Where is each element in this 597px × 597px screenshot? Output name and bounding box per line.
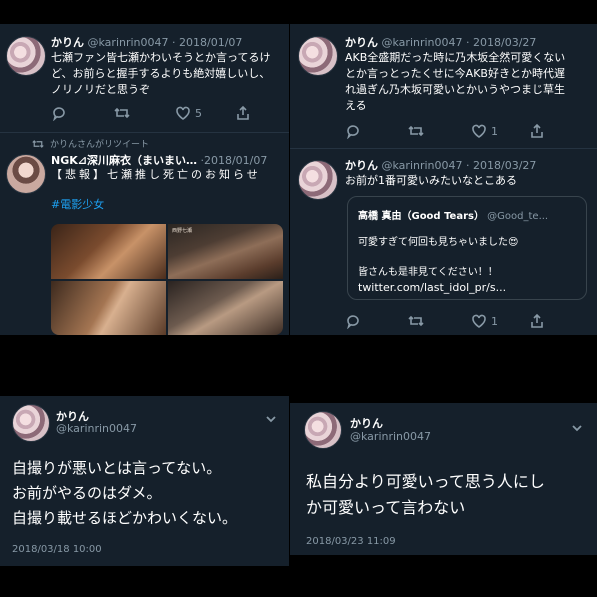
chevron-down-icon [572, 425, 582, 432]
retweet-indicator: かりんさんがリツイート [32, 137, 149, 150]
like-count: 5 [195, 106, 202, 120]
tweet-header: かりん @karinrin0047 · 2018/03/27 [345, 157, 536, 173]
avatar[interactable] [12, 404, 50, 442]
divider [0, 132, 289, 133]
tweet-text: お前が1番可愛いみたいなとこある [345, 174, 517, 187]
share-button[interactable] [235, 105, 251, 121]
share-icon [531, 123, 543, 138]
handle-date: @karinrin0047 · 2018/03/27 [381, 159, 537, 172]
like-button[interactable]: 1 [471, 313, 529, 329]
tweet-detail-bottom-left: かりん @karinrin0047 自撮りが悪いとは言ってない。 お前がやるのは… [0, 396, 289, 566]
tweet-header: NGK⊿深川麻衣（まいまい… ·2018/01/07 [51, 152, 267, 168]
media-image[interactable] [51, 224, 166, 279]
tweet-text-line: お前がやるのはダメ。 [12, 484, 162, 502]
user-name[interactable]: かりん [345, 36, 378, 49]
share-button[interactable] [529, 313, 545, 329]
reply-button[interactable] [345, 313, 408, 329]
tweet-text: 【悲報】七瀬推し死亡のお知らせ [51, 168, 261, 181]
retweet-button[interactable] [408, 313, 471, 329]
media-grid[interactable]: 西野七瀬 [51, 224, 283, 335]
reply-icon [347, 125, 359, 139]
avatar[interactable] [304, 411, 342, 449]
more-options-button[interactable] [571, 419, 583, 432]
user-name[interactable]: NGK⊿深川麻衣（まいまい… [51, 154, 197, 167]
media-image[interactable]: 西野七瀬 [168, 224, 283, 279]
handle-date: @karinrin0047 · 2018/03/27 [381, 36, 537, 49]
tweet-text-line: か可愛いって言わない [306, 498, 466, 517]
tweet-detail-bottom-right: かりん @karinrin0047 私自分より可愛いって思う人にし か可愛いって… [290, 403, 597, 555]
tweet-header: かりん @karinrin0047 · 2018/03/27 [345, 34, 536, 50]
divider [290, 148, 597, 149]
like-button[interactable]: 5 [175, 105, 235, 121]
tweet-timestamp[interactable]: 2018/03/23 11:09 [306, 536, 396, 547]
tweet-actions: 1 [345, 312, 545, 330]
tweet-text-line: ノリノリだと思うぞ [51, 83, 150, 96]
retweet-icon [408, 125, 424, 137]
chevron-down-icon [266, 416, 276, 423]
retweet-label: かりんさんがリツイート [50, 140, 150, 150]
tweet-text-line: れ過ぎん乃木坂可愛いとかいうやつまじ草生 [345, 83, 565, 96]
reply-button[interactable] [345, 123, 408, 139]
media-image[interactable] [51, 280, 166, 335]
tweet-timestamp[interactable]: 2018/03/18 10:00 [12, 544, 102, 555]
tweet-text: 自撮りが悪いとは言ってない。 お前がやるのはダメ。 自撮り載せるほどかわいくない… [12, 456, 237, 531]
quoted-tweet-text: 可愛すぎて何回も見ちゃいました😍 [358, 237, 519, 248]
hashtag-link[interactable]: #電影少女 [51, 196, 104, 212]
reply-button[interactable] [51, 105, 114, 121]
image-caption: 西野七瀬 [172, 228, 193, 234]
tweet-text: 七瀬ファン皆七瀬かわいそうとか言ってるけ ど、お前らと握手するよりも絶対嬉しいし… [51, 50, 270, 98]
quoted-tweet-header: 高橋 真由（Good Tears） @Good_te... [358, 207, 548, 222]
retweet-icon [32, 139, 44, 148]
reply-icon [347, 315, 359, 329]
quoted-tweet-card[interactable]: 高橋 真由（Good Tears） @Good_te... 可愛すぎて何回も見ち… [347, 196, 587, 300]
like-count: 1 [491, 314, 498, 328]
tweet-panel-top-left: かりん @karinrin0047 · 2018/01/07 七瀬ファン皆七瀬か… [0, 24, 289, 335]
tweet-actions: 1 [345, 122, 545, 140]
user-handle[interactable]: @karinrin0047 [350, 430, 431, 443]
handle-date: @karinrin0047 · 2018/01/07 [87, 36, 243, 49]
heart-icon [176, 106, 190, 120]
avatar[interactable] [6, 36, 46, 76]
quoted-user-name: 高橋 真由（Good Tears） [358, 211, 484, 222]
user-name[interactable]: かりん [345, 159, 378, 172]
heart-icon [472, 314, 486, 328]
like-button[interactable]: 1 [471, 123, 529, 139]
like-count: 1 [491, 124, 498, 138]
tweet-header: かりん @karinrin0047 · 2018/01/07 [51, 34, 242, 50]
heart-icon [472, 124, 486, 138]
tweet-text-line: 七瀬ファン皆七瀬かわいそうとか言ってるけ [51, 51, 271, 64]
avatar[interactable] [298, 160, 338, 200]
retweet-icon [408, 315, 424, 327]
user-name[interactable]: かりん [51, 36, 84, 49]
more-options-button[interactable] [265, 410, 277, 423]
retweet-button[interactable] [408, 123, 471, 139]
retweet-button[interactable] [114, 105, 175, 121]
quoted-tweet-text: 皆さんも是非見てください！！ [358, 267, 498, 278]
tweet-text: 私自分より可愛いって思う人にし か可愛いって言わない [306, 469, 545, 521]
handle-date: ·2018/01/07 [200, 154, 268, 167]
share-icon [237, 105, 249, 120]
user-name[interactable]: かりん [350, 415, 383, 431]
tweet-text-line: AKB全盛期だった時に乃木坂全然可愛くない [345, 51, 566, 64]
share-button[interactable] [529, 123, 545, 139]
tweet-text-line: える [345, 99, 367, 112]
tweet-actions: 5 [51, 104, 251, 122]
media-image[interactable] [168, 280, 283, 335]
share-icon [531, 313, 543, 328]
tweet-text: AKB全盛期だった時に乃木坂全然可愛くない とか言っとったくせに今AKB好きとか… [345, 50, 565, 114]
quoted-tweet-link[interactable]: twitter.com/last_idol_pr/s... [358, 281, 506, 294]
tweet-text-line: 私自分より可愛いって思う人にし [306, 472, 545, 491]
tweet-text-line: 自撮りが悪いとは言ってない。 [12, 459, 222, 477]
reply-icon [53, 107, 65, 121]
quoted-handle: @Good_te... [487, 211, 549, 222]
tweet-text-line: ど、お前らと握手するよりも絶対嬉しいし、 [51, 67, 271, 80]
user-handle[interactable]: @karinrin0047 [56, 422, 137, 435]
avatar[interactable] [6, 154, 46, 194]
avatar[interactable] [298, 36, 338, 76]
tweet-text-line: とか言っとったくせに今AKB好きとか時代遅 [345, 67, 565, 80]
retweet-icon [114, 107, 130, 119]
tweet-text-line: 自撮り載せるほどかわいくない。 [12, 509, 238, 527]
